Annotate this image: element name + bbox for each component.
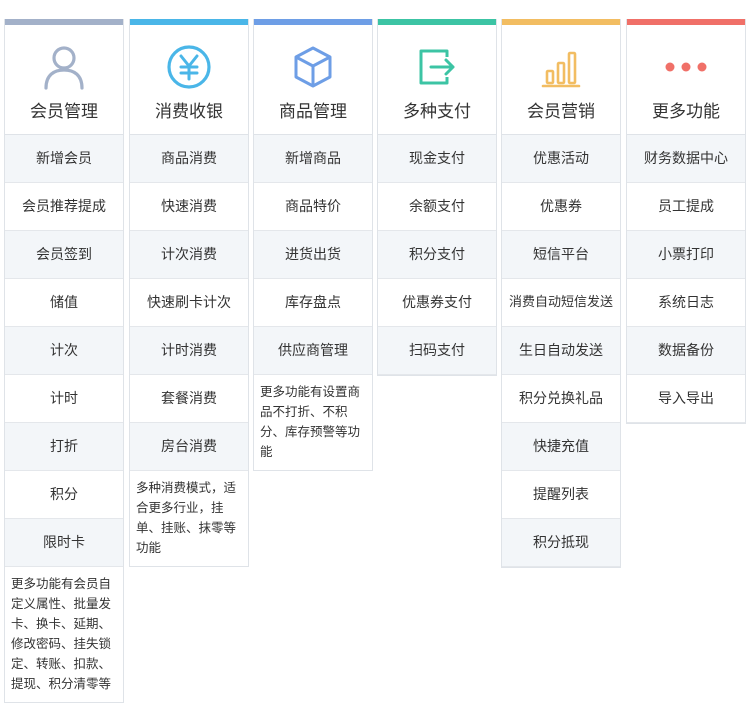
feature-item[interactable]: 商品特价 xyxy=(254,183,372,231)
column-title: 会员管理 xyxy=(30,102,98,122)
feature-item[interactable]: 商品消费 xyxy=(130,135,248,183)
yen-coin-icon xyxy=(165,43,213,91)
feature-item[interactable]: 余额支付 xyxy=(378,183,496,231)
feature-list: 优惠活动 优惠券 短信平台 消费自动短信发送 生日自动发送 积分兑换礼品 快捷充值 提醒列表积… xyxy=(502,135,620,567)
column-note: 更多功能有设置商品不打折、不积分、库存预警等功能 xyxy=(260,384,361,459)
feature-item[interactable]: 计次消费 xyxy=(130,231,248,279)
feature-item[interactable]: 生日自动发送 xyxy=(502,327,620,375)
feature-item[interactable]: 限时卡 xyxy=(5,519,123,567)
feature-item[interactable]: 消费自动短信发送 xyxy=(502,279,620,327)
feature-item[interactable]: 计次 xyxy=(5,327,123,375)
feature-item[interactable]: 储值 xyxy=(5,279,123,327)
column-header: 更多功能 xyxy=(627,25,745,135)
feature-item[interactable]: 进货出货 xyxy=(254,231,372,279)
feature-item[interactable]: 新增商品 xyxy=(254,135,372,183)
box-icon xyxy=(289,43,337,91)
bar-chart-icon xyxy=(537,43,585,91)
feature-item[interactable]: 短信平台 xyxy=(502,231,620,279)
feature-item[interactable]: 新增会员 xyxy=(5,135,123,183)
feature-item[interactable]: 计时 xyxy=(5,375,123,423)
column-header: 消费收银 xyxy=(130,25,248,135)
feature-item[interactable]: 优惠券 xyxy=(502,183,620,231)
feature-list: 新增会员 会员推荐提成 会员签到 储值 计次 计时 打折 积分 限时卡 xyxy=(5,135,123,567)
user-icon xyxy=(40,43,88,91)
feature-item[interactable]: 扫码支付 xyxy=(378,327,496,375)
feature-item[interactable]: 会员签到 xyxy=(5,231,123,279)
column-title: 更多功能 xyxy=(652,102,720,122)
feature-item[interactable]: 快速刷卡计次 xyxy=(130,279,248,327)
column-product-management: 商品管理 新增商品 商品特价 进货出货 库存盘点 供应商管理 更多功能有设置商品不打折、… xyxy=(253,19,373,471)
feature-item[interactable]: 小票打印 xyxy=(627,231,745,279)
feature-list: 新增商品 商品特价 进货出货 库存盘点 供应商管理 xyxy=(254,135,372,375)
feature-item[interactable]: 系统日志 xyxy=(627,279,745,327)
column-header: 会员管理 xyxy=(5,25,123,135)
feature-item[interactable]: 快捷充值 xyxy=(502,423,620,471)
column-more-features: 更多功能 财务数据中心 员工提成 小票打印 系统日志 数据备份 导入导出 xyxy=(626,19,746,424)
feature-item[interactable]: 积分支付 xyxy=(378,231,496,279)
exit-arrow-icon xyxy=(413,43,461,91)
feature-item[interactable]: 供应商管理 xyxy=(254,327,372,375)
feature-item[interactable]: 库存盘点 xyxy=(254,279,372,327)
column-note: 多种消费模式，适合更多行业，挂单、挂账、抹零等功能 xyxy=(136,480,237,555)
feature-item[interactable]: 打折 xyxy=(5,423,123,471)
column-member-marketing: 会员营销 优惠活动 优惠券 短信平台 消费自动短信发送 生日自动发送 积分兑换礼品 快捷充值… xyxy=(501,19,621,568)
feature-item[interactable]: 套餐消费 xyxy=(130,375,248,423)
feature-item[interactable]: 积分 xyxy=(5,471,123,519)
feature-item[interactable]: 优惠活动 xyxy=(502,135,620,183)
feature-item[interactable]: 会员推荐提成 xyxy=(5,183,123,231)
feature-item[interactable]: 提醒列表 xyxy=(502,471,620,519)
column-member-management: 会员管理 新增会员 会员推荐提成 会员签到 储值 计次 计时 打折 积分 限时卡 更多功能有会员… xyxy=(4,19,124,703)
feature-item[interactable]: 房台消费 xyxy=(130,423,248,471)
column-payment-methods: 多种支付 现金支付 余额支付 积分支付 优惠券支付 扫码支付 xyxy=(377,19,497,376)
feature-item[interactable]: 优惠券支付 xyxy=(378,279,496,327)
column-header: 多种支付 xyxy=(378,25,496,135)
feature-item[interactable]: 财务数据中心 xyxy=(627,135,745,183)
feature-list: 商品消费 快速消费 计次消费 快速刷卡计次 计时消费 套餐消费 房台消费 xyxy=(130,135,248,471)
feature-item[interactable]: 计时消费 xyxy=(130,327,248,375)
column-title: 消费收银 xyxy=(155,102,223,122)
column-title: 商品管理 xyxy=(279,102,347,122)
column-header: 商品管理 xyxy=(254,25,372,135)
more-dots-icon xyxy=(662,43,710,91)
feature-item[interactable]: 导入导出 xyxy=(627,375,745,423)
feature-list: 财务数据中心 员工提成 小票打印 系统日志 数据备份 导入导出 xyxy=(627,135,745,423)
column-note: 更多功能有会员自定义属性、批量发卡、换卡、延期、修改密码、挂失锁定、转账、扣款、… xyxy=(11,576,112,691)
column-title: 会员营销 xyxy=(527,102,595,122)
feature-item[interactable]: 现金支付 xyxy=(378,135,496,183)
feature-item[interactable]: 数据备份 xyxy=(627,327,745,375)
feature-list: 现金支付 余额支付 积分支付 优惠券支付 扫码支付 xyxy=(378,135,496,375)
feature-item[interactable]: 积分抵现 xyxy=(502,519,620,567)
column-checkout: 消费收银 商品消费 快速消费 计次消费 快速刷卡计次 计时消费 套餐消费 房台消费 多种消费… xyxy=(129,19,249,567)
column-header: 会员营销 xyxy=(502,25,620,135)
feature-item[interactable]: 积分兑换礼品 xyxy=(502,375,620,423)
column-title: 多种支付 xyxy=(403,102,471,122)
feature-item[interactable]: 员工提成 xyxy=(627,183,745,231)
feature-item[interactable]: 快速消费 xyxy=(130,183,248,231)
